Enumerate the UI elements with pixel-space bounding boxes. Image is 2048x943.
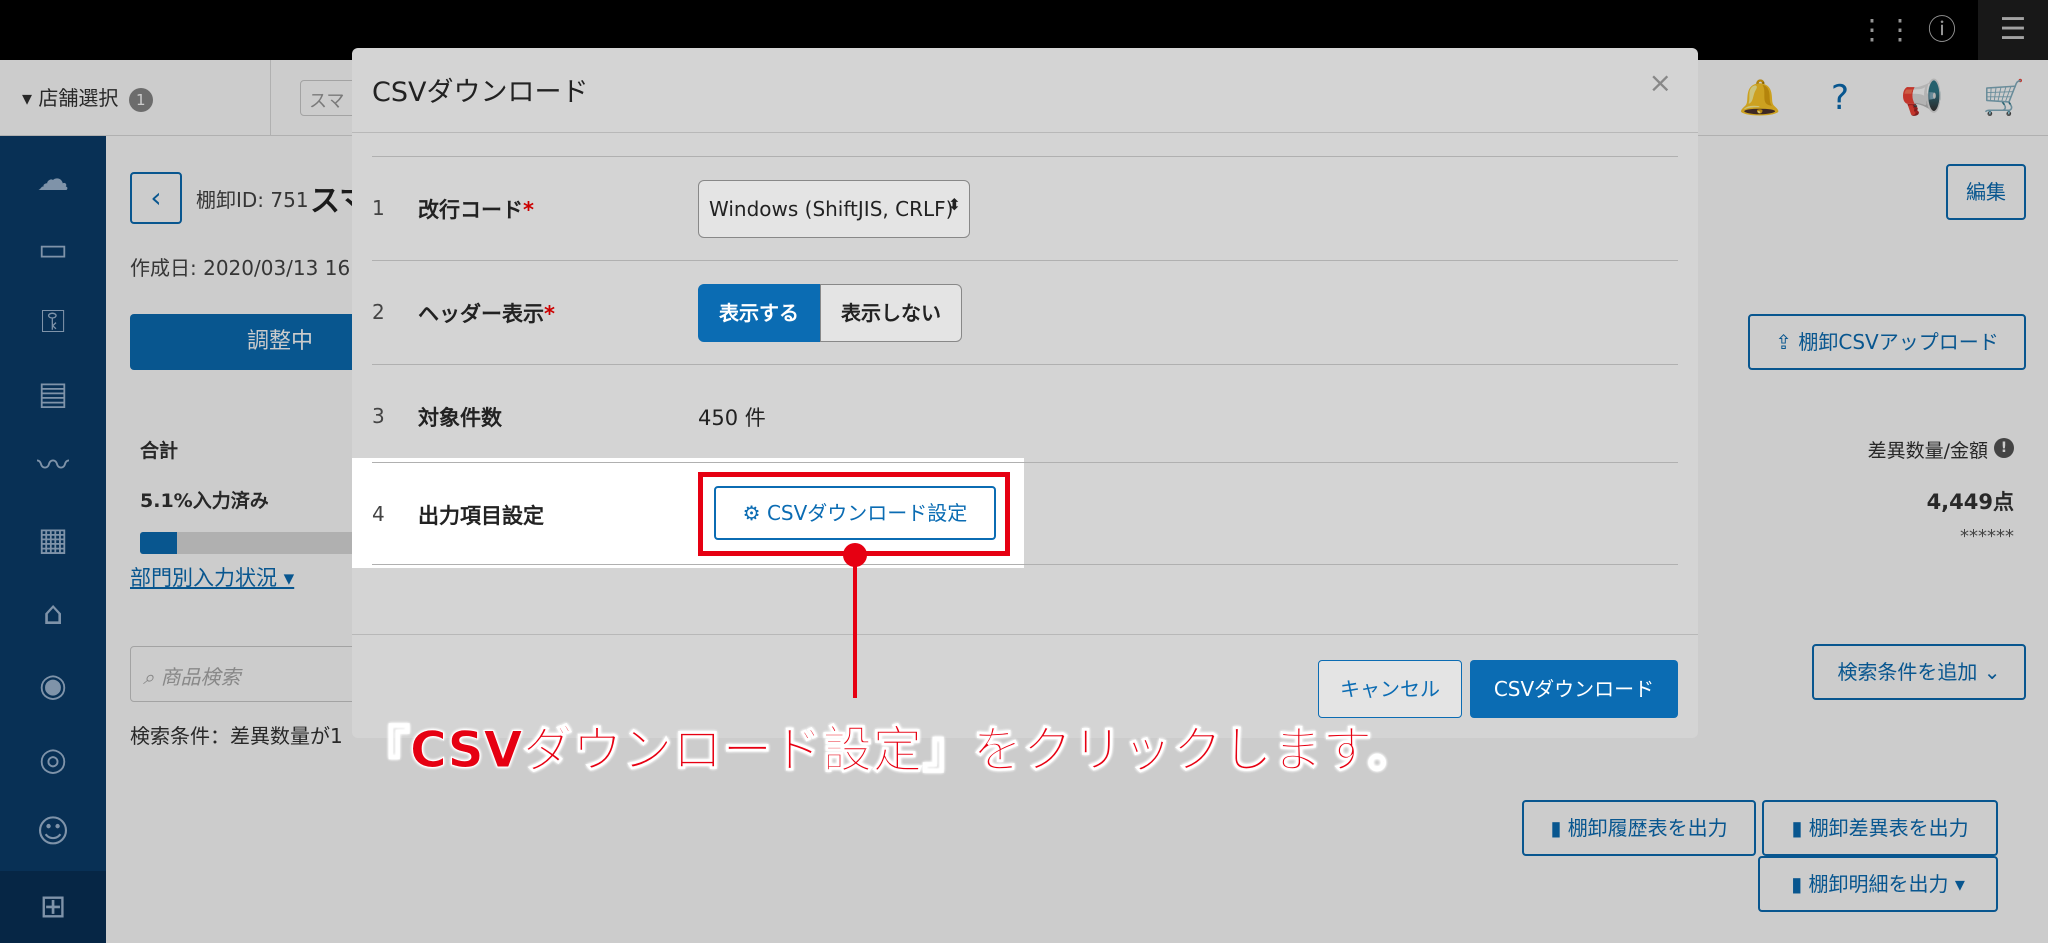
required-mark: * <box>523 198 534 222</box>
row-divider <box>372 462 1678 463</box>
row-label-newline: 改行コード* <box>418 194 534 224</box>
row-label-header: ヘッダー表示* <box>418 298 555 328</box>
target-count: 450 件 <box>698 406 766 430</box>
row-number: 2 <box>372 300 385 324</box>
row-divider <box>372 260 1678 261</box>
close-icon[interactable]: × <box>1649 66 1672 99</box>
modal-header-divider <box>352 132 1698 133</box>
header-display-label: ヘッダー表示 <box>418 302 544 326</box>
callout-line <box>853 566 857 698</box>
callout-dot <box>843 543 867 567</box>
modal-footer-divider <box>352 634 1698 635</box>
select-arrows-icon: ⬍ <box>947 195 961 214</box>
csv-download-modal: CSVダウンロード × 1 改行コード* Windows (ShiftJIS, … <box>352 48 1698 738</box>
row-divider <box>372 364 1678 365</box>
row-number: 1 <box>372 196 385 220</box>
newline-label: 改行コード <box>418 198 523 222</box>
row-divider <box>372 564 1678 565</box>
row-number: 4 <box>372 502 385 526</box>
newline-code-value: Windows (ShiftJIS, CRLF) <box>709 197 954 221</box>
callout-instruction: 『CSVダウンロード設定』をクリックします。 <box>359 721 1418 780</box>
csv-download-button[interactable]: CSVダウンロード <box>1470 660 1678 718</box>
row-divider <box>372 156 1678 157</box>
required-mark: * <box>544 302 555 326</box>
newline-code-select[interactable]: Windows (ShiftJIS, CRLF) ⬍ <box>698 180 970 238</box>
row-label-count: 対象件数 <box>418 406 502 430</box>
modal-title: CSVダウンロード <box>372 77 589 108</box>
row-number: 3 <box>372 404 385 428</box>
header-hide-option[interactable]: 表示しない <box>820 284 962 342</box>
header-show-option[interactable]: 表示する <box>698 284 820 342</box>
row-label-output-settings: 出力項目設定 <box>418 504 544 528</box>
